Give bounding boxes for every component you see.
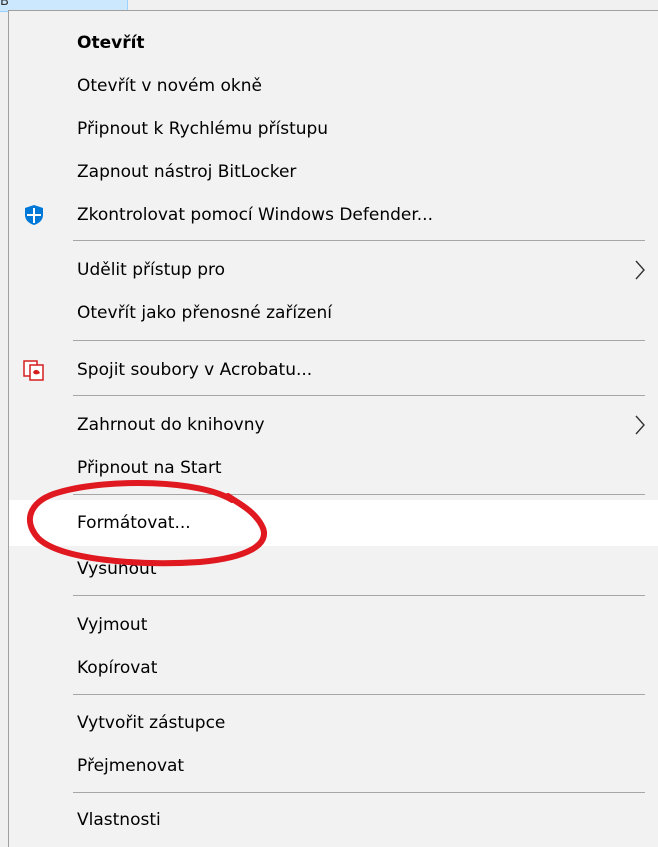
menu-separator <box>73 494 645 495</box>
menu-item-label: Zahrnout do knihovny <box>77 415 265 435</box>
menu-item-label: Vlastnosti <box>77 810 161 830</box>
menu-item-properties[interactable]: Vlastnosti <box>9 797 658 843</box>
acrobat-combine-files-icon <box>23 359 45 381</box>
menu-separator <box>73 395 645 396</box>
menu-item-give-access[interactable]: Udělit přístup pro <box>9 247 658 293</box>
menu-item-open-new-window[interactable]: Otevřít v novém okně <box>9 63 658 109</box>
menu-item-create-shortcut[interactable]: Vytvořit zástupce <box>9 700 658 746</box>
menu-separator <box>73 595 645 596</box>
screenshot: B Otevřít Otevřít v novém okně Připnout … <box>0 0 658 847</box>
menu-item-label: Otevřít v novém okně <box>77 76 262 96</box>
menu-item-label: Připnout k Rychlému přístupu <box>77 119 329 139</box>
windows-defender-shield-icon <box>23 204 45 226</box>
menu-item-include-library[interactable]: Zahrnout do knihovny <box>9 402 658 448</box>
menu-item-copy[interactable]: Kopírovat <box>9 645 658 691</box>
menu-item-label: Otevřít <box>77 33 145 53</box>
menu-item-cut[interactable]: Vyjmout <box>9 602 658 648</box>
chevron-right-icon <box>634 259 646 281</box>
menu-item-label: Otevřít jako přenosné zařízení <box>77 303 332 323</box>
menu-item-open-portable-device[interactable]: Otevřít jako přenosné zařízení <box>9 290 658 336</box>
menu-item-label: Kopírovat <box>77 658 158 678</box>
menu-item-label: Formátovat... <box>77 513 191 533</box>
menu-item-format[interactable]: Formátovat... <box>9 500 658 546</box>
menu-item-scan-defender[interactable]: Zkontrolovat pomocí Windows Defender... <box>9 192 658 238</box>
menu-item-label: Zkontrolovat pomocí Windows Defender... <box>77 205 433 225</box>
context-menu: Otevřít Otevřít v novém okně Připnout k … <box>8 10 658 847</box>
menu-item-label: Udělit přístup pro <box>77 260 226 280</box>
menu-item-label: Vysunout <box>77 559 157 579</box>
menu-item-rename[interactable]: Přejmenovat <box>9 743 658 789</box>
menu-separator <box>73 694 645 695</box>
menu-item-label: Spojit soubory v Acrobatu... <box>77 360 313 380</box>
menu-item-label: Zapnout nástroj BitLocker <box>77 162 297 182</box>
menu-item-label: Připnout na Start <box>77 458 222 478</box>
menu-item-eject[interactable]: Vysunout <box>9 546 658 592</box>
menu-item-label: Vytvořit zástupce <box>77 713 226 733</box>
menu-item-label: Vyjmout <box>77 615 148 635</box>
chevron-right-icon <box>634 414 646 436</box>
partial-drive-letter: B <box>0 0 9 9</box>
menu-item-acrobat-combine[interactable]: Spojit soubory v Acrobatu... <box>9 347 658 393</box>
menu-item-pin-to-start[interactable]: Připnout na Start <box>9 445 658 491</box>
menu-separator <box>73 792 645 793</box>
menu-separator <box>73 240 645 241</box>
menu-item-open[interactable]: Otevřít <box>9 20 658 66</box>
menu-item-label: Přejmenovat <box>77 756 185 776</box>
menu-separator <box>73 340 645 341</box>
menu-item-pin-quick-access[interactable]: Připnout k Rychlému přístupu <box>9 106 658 152</box>
menu-item-turn-on-bitlocker[interactable]: Zapnout nástroj BitLocker <box>9 149 658 195</box>
